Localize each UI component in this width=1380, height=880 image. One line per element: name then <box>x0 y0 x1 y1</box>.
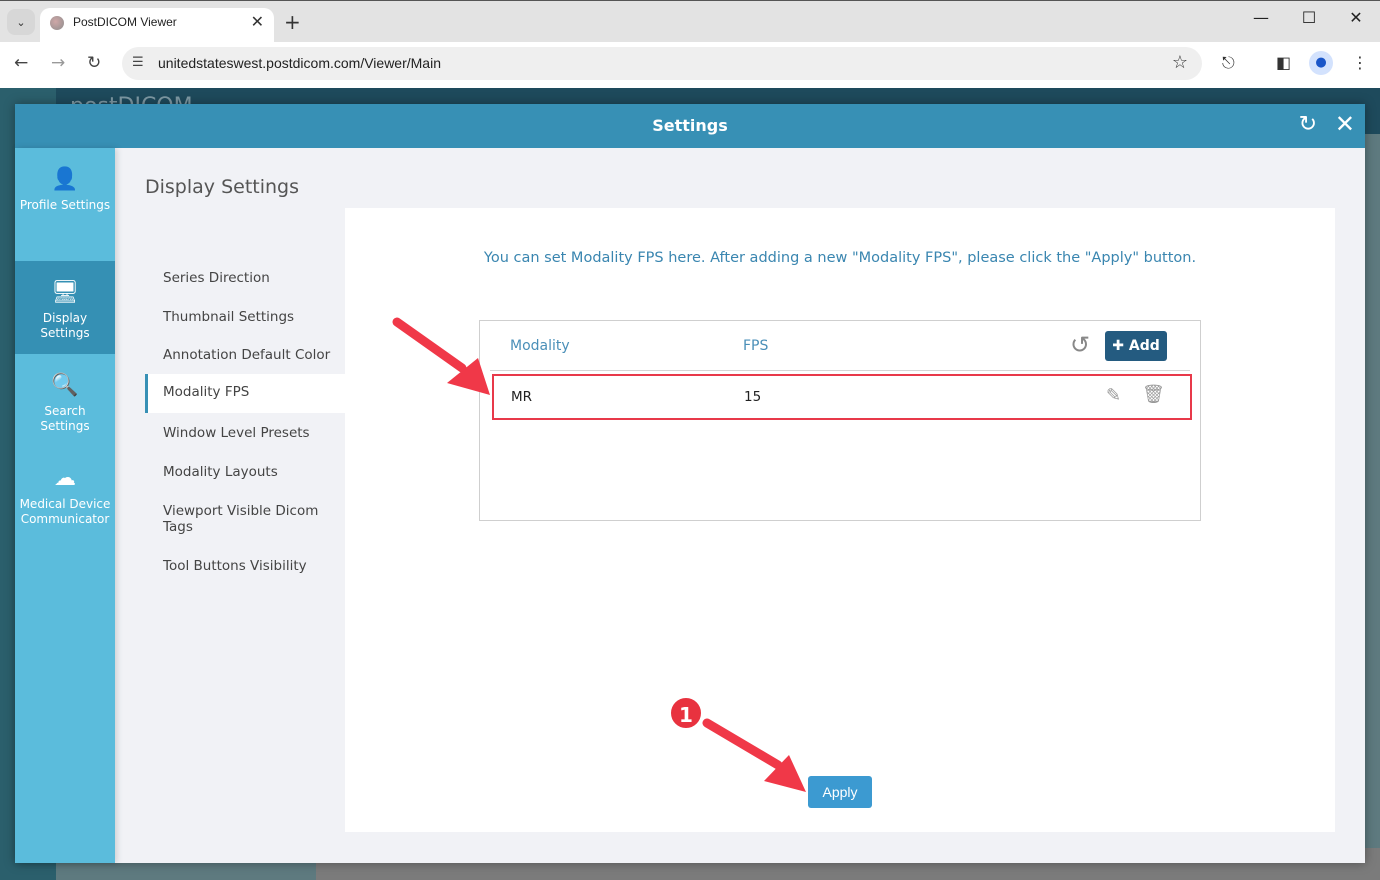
submenu-window-level-presets[interactable]: Window Level Presets <box>145 425 310 441</box>
cell-modality: MR <box>511 389 533 405</box>
modal-title: Settings <box>652 116 728 135</box>
edit-icon[interactable]: ✎ <box>1106 385 1121 406</box>
minimize-icon[interactable]: — <box>1246 8 1276 27</box>
side-nav-display-settings[interactable]: 🖥 Display Settings <box>15 261 115 354</box>
forward-icon[interactable]: → <box>51 53 65 73</box>
url-text[interactable]: unitedstateswest.postdicom.com/Viewer/Ma… <box>158 55 441 71</box>
close-window-icon[interactable]: ✕ <box>1341 8 1371 27</box>
submenu-modality-layouts[interactable]: Modality Layouts <box>145 464 278 480</box>
modal-header: Settings ↻ ✕ <box>15 104 1365 148</box>
submenu-annotation-default-color[interactable]: Annotation Default Color <box>145 347 330 363</box>
side-nav-search-settings[interactable]: 🔍 Search Settings <box>15 354 115 447</box>
menu-icon[interactable]: ⋮ <box>1352 53 1368 72</box>
bookmark-star-icon[interactable]: ☆ <box>1172 52 1188 73</box>
submenu-series-direction[interactable]: Series Direction <box>145 270 270 286</box>
back-icon[interactable]: ← <box>14 53 28 73</box>
header-divider <box>490 370 1190 371</box>
section-title: Display Settings <box>145 176 300 198</box>
reset-settings-icon[interactable]: ↻ <box>1299 112 1317 137</box>
reload-icon[interactable]: ↻ <box>87 53 101 73</box>
submenu-modality-fps[interactable]: Modality FPS <box>145 374 345 413</box>
chevron-down-icon: ⌄ <box>16 15 26 29</box>
table-row: MR 15 ✎ 🗑 <box>492 374 1192 420</box>
side-nav-label: Medical Device Communicator <box>19 497 111 526</box>
browser-tab[interactable]: PostDICOM Viewer ✕ <box>40 8 274 43</box>
extensions-icon[interactable]: ⎋ <box>1222 53 1235 73</box>
site-info-icon[interactable]: ☰ <box>132 55 144 70</box>
favicon-icon <box>50 16 64 30</box>
browser-toolbar: ← → ↻ ☰ unitedstateswest.postdicom.com/V… <box>0 42 1380 88</box>
close-icon[interactable]: ✕ <box>1335 110 1355 138</box>
new-tab-button[interactable]: + <box>284 10 301 34</box>
apply-button[interactable]: Apply <box>808 776 872 808</box>
plus-icon: ✚ <box>1112 338 1124 354</box>
submenu-viewport-visible-dicom-tags[interactable]: Viewport Visible Dicom Tags <box>145 503 325 535</box>
settings-side-nav: 👤 Profile Settings 🖥 Display Settings 🔍 … <box>15 148 115 863</box>
trash-icon[interactable]: 🗑 <box>1142 384 1165 405</box>
monitor-gear-icon: 🖥 <box>51 280 79 305</box>
submenu-tool-buttons-visibility[interactable]: Tool Buttons Visibility <box>145 558 307 574</box>
modality-fps-panel: You can set Modality FPS here. After add… <box>345 208 1335 832</box>
cell-fps: 15 <box>744 389 762 405</box>
settings-modal: Settings ↻ ✕ 👤 Profile Settings 🖥 Displa… <box>15 104 1365 863</box>
cloud-upload-icon: ☁ <box>54 466 76 491</box>
modality-fps-table: Modality FPS ↺ ✚ Add MR 15 ✎ 🗑 <box>479 320 1201 521</box>
profile-icon[interactable]: ● <box>1309 51 1333 75</box>
person-icon: 👤 <box>51 167 79 192</box>
side-panel-icon[interactable]: ◧ <box>1276 53 1291 72</box>
search-gear-icon: 🔍 <box>51 373 79 398</box>
side-nav-profile-settings[interactable]: 👤 Profile Settings <box>15 148 115 241</box>
side-nav-label: Profile Settings <box>19 198 111 212</box>
side-nav-label: Search Settings <box>40 404 90 433</box>
info-text: You can set Modality FPS here. After add… <box>483 250 1197 266</box>
close-tab-icon[interactable]: ✕ <box>251 12 264 31</box>
side-nav-medical-device-communicator[interactable]: ☁ Medical Device Communicator <box>15 447 115 540</box>
address-bar[interactable]: ☰ unitedstateswest.postdicom.com/Viewer/… <box>122 47 1202 80</box>
reload-icon[interactable]: ↺ <box>1070 331 1090 359</box>
browser-tabstrip: ⌄ PostDICOM Viewer ✕ + — ☐ ✕ <box>0 0 1380 43</box>
add-button[interactable]: ✚ Add <box>1105 331 1167 361</box>
maximize-icon[interactable]: ☐ <box>1294 8 1324 27</box>
tab-search-dropdown[interactable]: ⌄ <box>7 9 35 35</box>
submenu-thumbnail-settings[interactable]: Thumbnail Settings <box>145 309 294 325</box>
tab-title: PostDICOM Viewer <box>73 15 177 29</box>
column-header-fps: FPS <box>743 338 769 354</box>
side-nav-label: Display Settings <box>40 311 90 340</box>
column-header-modality: Modality <box>510 338 570 354</box>
step-badge: 1 <box>669 696 703 730</box>
add-label: Add <box>1128 338 1160 354</box>
